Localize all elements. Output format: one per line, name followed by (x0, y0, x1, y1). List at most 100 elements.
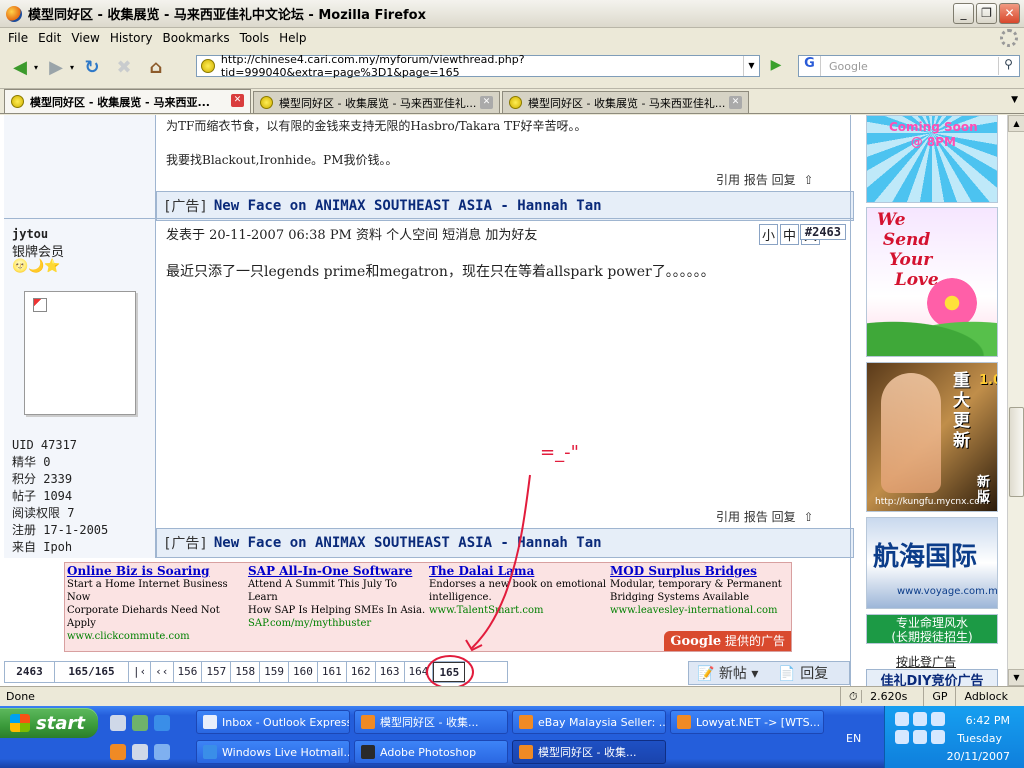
tab-list-icon[interactable]: ▼ (1011, 95, 1018, 105)
scroll-up-icon[interactable]: ▲ (1008, 115, 1024, 132)
prev-post-actions[interactable]: 引用 报告 回复 ⇧ (716, 171, 814, 188)
gp-indicator[interactable]: GP (923, 687, 955, 707)
taskbar-item-ebay[interactable]: eBay Malaysia Seller: ... (512, 710, 666, 734)
messenger-icon[interactable] (132, 715, 148, 731)
tab-close-icon[interactable]: ✕ (480, 96, 493, 109)
close-button[interactable]: ✕ (999, 3, 1020, 24)
post-number[interactable]: #2463 (799, 224, 846, 240)
page-link[interactable]: 159 (260, 662, 289, 682)
google-ad-url[interactable]: www.TalentSmart.com (429, 604, 607, 617)
tab-3[interactable]: 模型同好区 - 收集展览 - 马来西亚佳礼... ✕ (502, 91, 749, 113)
sidebar-ad-kungfu[interactable]: 重大更新 1.0.22 新版 http://kungfu.mycnx.com (866, 362, 998, 512)
network-icon[interactable] (895, 712, 909, 726)
forward-arrow-icon[interactable]: ▶ (42, 53, 70, 81)
post-actions-label[interactable]: 引用 报告 回复 (716, 510, 796, 524)
sidebar-ad-send-love[interactable]: We Send Your Love (866, 207, 998, 357)
ad-link[interactable]: New Face on ANIMAX SOUTHEAST ASIA - Hann… (214, 198, 602, 214)
reload-icon[interactable]: ↻ (78, 53, 106, 81)
tab-close-icon[interactable]: ✕ (231, 94, 244, 107)
back-to-top-icon[interactable]: ⇧ (803, 173, 813, 187)
google-ad-2[interactable]: SAP All-In-One Software Attend A Summit … (248, 565, 426, 630)
forward-dropdown-icon[interactable]: ▾ (70, 63, 74, 72)
google-ads-badge[interactable]: Google 提供的广告 (664, 631, 791, 651)
back-to-top-icon[interactable]: ⇧ (803, 510, 813, 524)
author-name[interactable]: jytou (12, 227, 48, 241)
minimize-button[interactable]: _ (953, 3, 974, 24)
security-icon[interactable] (913, 730, 927, 744)
google-ad-title[interactable]: The Dalai Lama (429, 565, 607, 578)
home-icon[interactable]: ⌂ (142, 53, 170, 81)
messenger-tray-icon[interactable] (913, 712, 927, 726)
sidebar-ad-coming-soon[interactable]: Coming Soon @ 8PM (866, 115, 998, 203)
taskbar-item-hotmail[interactable]: Windows Live Hotmail... (196, 740, 350, 764)
menu-help[interactable]: Help (277, 31, 314, 45)
go-arrow-icon[interactable]: ▶ (766, 57, 786, 77)
back-arrow-icon[interactable]: ◀ (6, 53, 34, 81)
first-page-link[interactable]: |‹ (129, 662, 152, 682)
search-input[interactable]: Google (821, 60, 868, 73)
menu-view[interactable]: View (69, 31, 107, 45)
firefox-quicklaunch-icon[interactable] (110, 744, 126, 760)
language-indicator[interactable]: EN (846, 732, 861, 745)
scroll-thumb[interactable] (1009, 407, 1024, 497)
page-link[interactable]: 161 (318, 662, 347, 682)
google-ad-title[interactable]: SAP All-In-One Software (248, 565, 426, 578)
post-actions[interactable]: 引用 报告 回复 ⇧ (716, 508, 814, 525)
ie-icon[interactable] (154, 715, 170, 731)
search-engine-icon[interactable]: G (799, 56, 821, 76)
page-link[interactable]: 163 (376, 662, 405, 682)
font-small-button[interactable]: 小 (758, 224, 778, 245)
user-icon[interactable] (931, 712, 945, 726)
tab-close-icon[interactable]: ✕ (729, 96, 742, 109)
ad-row-2[interactable]: [广告] New Face on ANIMAX SOUTHEAST ASIA -… (156, 528, 854, 558)
address-url[interactable]: http://chinese4.cari.com.my/myforum/view… (221, 53, 759, 79)
stop-icon[interactable]: ✖ (110, 53, 138, 81)
adblock-indicator[interactable]: Adblock (955, 687, 1024, 707)
menu-edit[interactable]: Edit (36, 31, 69, 45)
prev-post-actions-label[interactable]: 引用 报告 回复 (716, 173, 796, 187)
diy-ads-link[interactable]: 佳礼DIY竞价广告 (866, 669, 998, 686)
new-post-button[interactable]: 📝 新帖 ▾ (697, 663, 758, 683)
back-dropdown-icon[interactable]: ▾ (34, 63, 38, 72)
address-dropdown-icon[interactable]: ▼ (743, 56, 759, 76)
search-bar[interactable]: G Google ⚲ (798, 55, 1020, 77)
menu-bookmarks[interactable]: Bookmarks (161, 31, 238, 45)
page-link[interactable]: 162 (347, 662, 376, 682)
page-link[interactable]: 158 (231, 662, 261, 682)
scroll-down-icon[interactable]: ▼ (1008, 669, 1024, 686)
desktop-quicklaunch-icon[interactable] (154, 744, 170, 760)
post-meta[interactable]: 发表于 20-11-2007 06:38 PM 资料 个人空间 短消息 加为好友 (166, 224, 537, 243)
ad-row-1[interactable]: [广告] New Face on ANIMAX SOUTHEAST ASIA -… (156, 191, 854, 221)
page-link[interactable]: 156 (174, 662, 203, 682)
menu-tools[interactable]: Tools (238, 31, 278, 45)
reply-button[interactable]: 📄 回复 (778, 663, 828, 683)
address-bar[interactable]: http://chinese4.cari.com.my/myforum/view… (196, 53, 760, 79)
menu-file[interactable]: File (6, 31, 36, 45)
google-ad-1[interactable]: Online Biz is Soaring Start a Home Inter… (67, 565, 245, 643)
taskbar-item-outlook[interactable]: Inbox - Outlook Express (196, 710, 350, 734)
tab-2[interactable]: 模型同好区 - 收集展览 - 马来西亚佳礼... ✕ (253, 91, 500, 113)
google-ad-url[interactable]: www.leavesley-international.com (610, 604, 788, 617)
start-button[interactable]: start (0, 708, 98, 738)
google-ad-title[interactable]: MOD Surplus Bridges (610, 565, 788, 578)
page-link[interactable]: 160 (289, 662, 318, 682)
show-desktop-icon[interactable] (110, 715, 126, 731)
ad-link[interactable]: New Face on ANIMAX SOUTHEAST ASIA - Hann… (214, 535, 602, 551)
taskbar-item-lowyat[interactable]: Lowyat.NET -> [WTS... (670, 710, 824, 734)
taskbar-item-firefox-active[interactable]: 模型同好区 - 收集... (512, 740, 666, 764)
font-medium-button[interactable]: 中 (779, 224, 799, 245)
outlook-quicklaunch-icon[interactable] (132, 744, 148, 760)
google-ad-4[interactable]: MOD Surplus Bridges Modular, temporary &… (610, 565, 788, 617)
antivirus-icon[interactable] (895, 730, 909, 744)
google-ad-3[interactable]: The Dalai Lama Endorses a new book on em… (429, 565, 607, 617)
advertise-here-link[interactable]: 按此登广告 (896, 653, 956, 670)
prev-page-link[interactable]: ‹‹ (151, 662, 174, 682)
vertical-scrollbar[interactable]: ▲ ▼ (1007, 115, 1024, 686)
search-icon[interactable]: ⚲ (998, 57, 1018, 75)
google-ad-url[interactable]: www.clickcommute.com (67, 630, 245, 643)
taskbar-item-firefox-1[interactable]: 模型同好区 - 收集... (354, 710, 508, 734)
taskbar-item-photoshop[interactable]: Adobe Photoshop (354, 740, 508, 764)
clock-time[interactable]: 6:42 PM (966, 714, 1010, 727)
sidebar-ad-voyage[interactable]: 航海国际 www.voyage.com.my (866, 517, 998, 609)
tab-1[interactable]: 模型同好区 - 收集展览 - 马来西亚... ✕ (4, 89, 251, 113)
